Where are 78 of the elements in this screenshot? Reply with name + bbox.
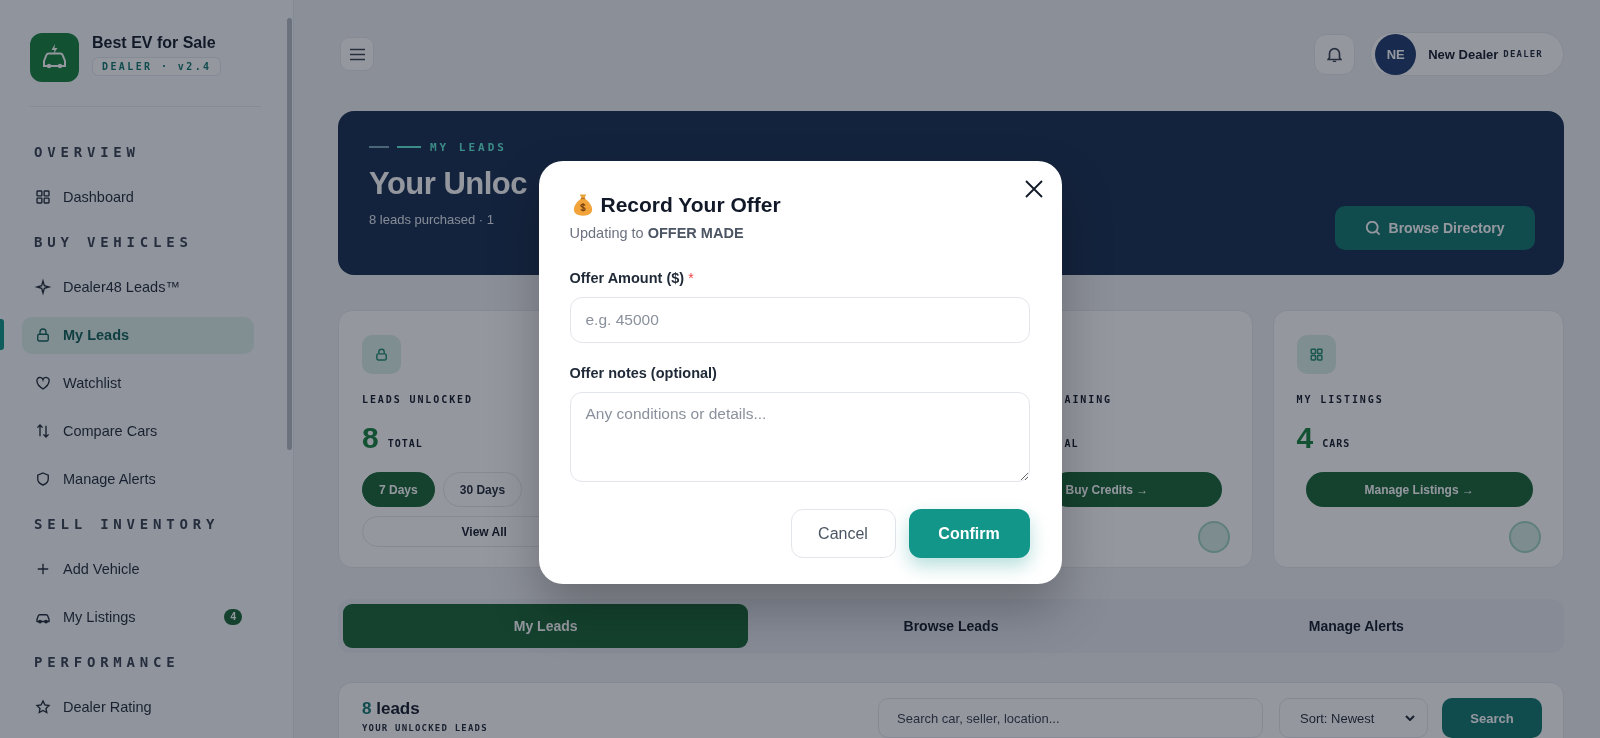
- leads-heading: 8 leads: [362, 698, 421, 720]
- nav-item[interactable]: Compare Cars: [22, 412, 254, 450]
- nav-item[interactable]: Dashboard: [22, 178, 254, 216]
- chevron-down-icon: [1405, 715, 1415, 721]
- confirm-button[interactable]: Confirm: [908, 509, 1030, 558]
- notifications-button[interactable]: [1314, 33, 1356, 75]
- dialog-title: Record Your Offer: [600, 192, 781, 218]
- stat-unit: TOTAL: [387, 437, 423, 449]
- offer-notes-field[interactable]: Any conditions or details...: [569, 392, 1030, 482]
- stat-value: 8: [362, 420, 379, 456]
- sort-select[interactable]: Sort: Newest: [1279, 698, 1428, 738]
- grid-icon: [37, 191, 49, 203]
- sparkle-icon: [37, 281, 49, 293]
- shield-icon: [37, 473, 49, 485]
- plus-icon: [37, 563, 49, 575]
- page-title: Your Unloc: [369, 166, 528, 202]
- nav-item[interactable]: My Listings 4: [22, 598, 254, 636]
- stat-label: AINING: [1064, 393, 1113, 407]
- search-button[interactable]: Search: [1442, 698, 1542, 738]
- bell-icon: [1327, 46, 1343, 62]
- menu-button[interactable]: [340, 37, 374, 71]
- nav-section-title: OVERVIEW: [34, 144, 140, 160]
- required-mark: *: [688, 269, 694, 288]
- stat-label: MY LISTINGS: [1296, 393, 1384, 407]
- close-button[interactable]: [1024, 180, 1043, 198]
- heart-icon: [37, 377, 49, 389]
- nav-item[interactable]: Manage Alerts: [22, 460, 254, 498]
- tab[interactable]: Browse Leads: [748, 604, 1154, 648]
- lock-icon: [37, 329, 49, 341]
- offer-amount-field[interactable]: e.g. 45000: [569, 297, 1030, 343]
- menu-icon: [349, 46, 365, 62]
- nav-item[interactable]: Add Vehicle: [22, 550, 254, 588]
- cancel-button[interactable]: Cancel: [790, 509, 896, 558]
- eyebrow-line: [369, 146, 389, 148]
- user-menu[interactable]: NE New Dealer DEALER: [1370, 32, 1564, 76]
- dialog-subtitle: Updating to OFFER MADE: [569, 224, 745, 243]
- browse-directory-button[interactable]: Browse Directory: [1335, 206, 1535, 250]
- manage-listings-button[interactable]: Manage Listings →: [1305, 472, 1533, 507]
- star-icon: [37, 701, 49, 713]
- decor-circle-icon: [1509, 521, 1541, 553]
- swap-arrows-icon: [37, 425, 49, 437]
- close-icon: [1024, 180, 1043, 198]
- active-indicator: [0, 319, 4, 350]
- nav-section-title: PERFORMANCE: [34, 654, 180, 670]
- tab[interactable]: My Leads: [343, 604, 749, 648]
- stat-unit: AL: [1064, 437, 1079, 449]
- stat-unit: CARS: [1322, 437, 1351, 449]
- period-filter[interactable]: 30 Days: [442, 472, 523, 507]
- tab[interactable]: Manage Alerts: [1153, 604, 1559, 648]
- decor-circle-icon: [1197, 521, 1230, 553]
- field-label: Offer notes (optional): [569, 364, 717, 383]
- stat-value: 4: [1296, 420, 1314, 456]
- nav-item[interactable]: Watchlist: [22, 364, 254, 402]
- user-role: DEALER: [1503, 49, 1543, 59]
- user-name: New Dealer: [1428, 46, 1499, 62]
- stat-label: LEADS UNLOCKED: [362, 393, 473, 407]
- eyebrow-label: MY LEADS: [430, 140, 507, 154]
- search-field[interactable]: Search car, seller, location...: [878, 698, 1263, 738]
- nav-section-title: BUY VEHICLES: [34, 234, 193, 250]
- nav-item[interactable]: Dealer Rating: [22, 688, 254, 726]
- money-bag-icon: [572, 194, 593, 216]
- logo-icon: [30, 33, 79, 82]
- grid-icon: [1296, 335, 1336, 374]
- eyebrow-line: [397, 146, 421, 148]
- car-icon: [37, 611, 49, 623]
- version-badge: DEALER · v2.4: [92, 57, 222, 76]
- lock-icon: [362, 335, 401, 374]
- brand-name: Best EV for Sale: [92, 33, 217, 53]
- leads-subtitle: YOUR UNLOCKED LEADS: [362, 723, 488, 733]
- count-badge: 4: [224, 609, 242, 625]
- nav-item[interactable]: My Leads: [22, 316, 254, 354]
- field-label: Offer Amount ($): [569, 269, 685, 288]
- page-subtitle: 8 leads purchased · 1: [369, 211, 496, 229]
- user-avatar: NE: [1375, 33, 1417, 75]
- nav-section-title: SELL INVENTORY: [34, 516, 220, 532]
- period-filter[interactable]: 7 Days: [362, 472, 435, 507]
- nav-item[interactable]: Dealer48 Leads™: [22, 268, 254, 306]
- search-icon: [1365, 221, 1380, 235]
